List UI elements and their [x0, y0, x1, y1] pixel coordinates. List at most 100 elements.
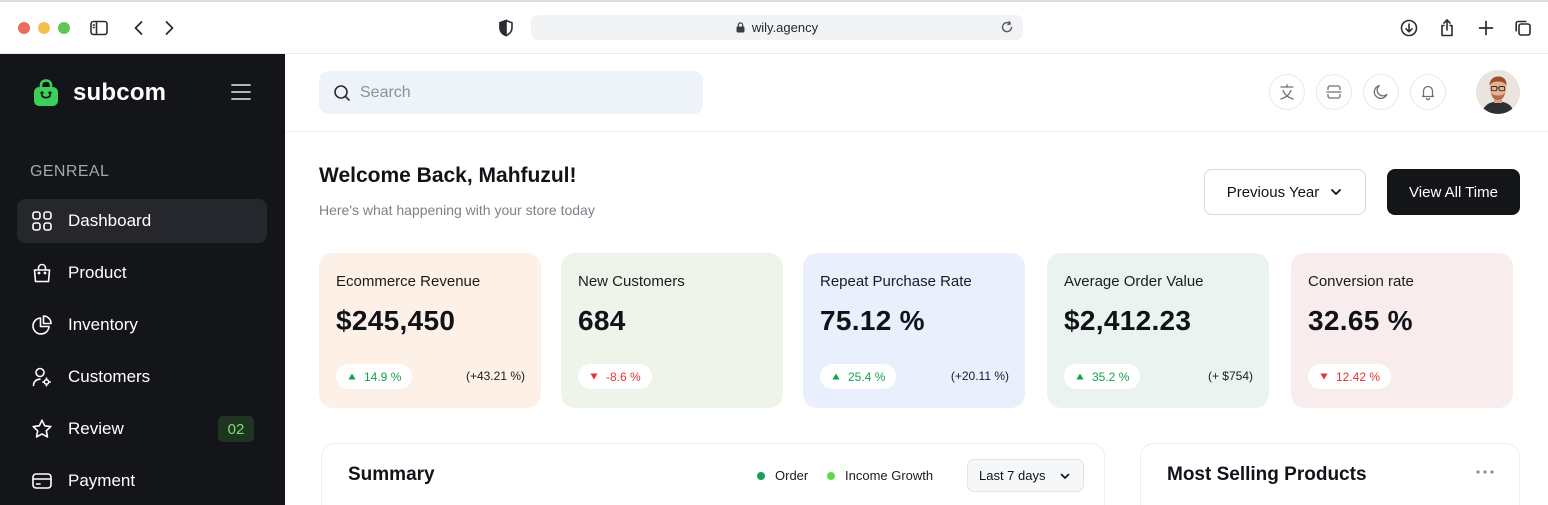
shopping-bag-logo-icon — [34, 79, 58, 106]
forward-icon[interactable] — [158, 17, 180, 39]
legend-label: Order — [775, 468, 809, 483]
stat-label: Average Order Value — [1064, 273, 1204, 290]
stat-change-value: 12.42 % — [1336, 369, 1381, 384]
sidebar-item-payment[interactable]: Payment — [17, 459, 267, 503]
sidebar-item-customers[interactable]: Customers — [17, 355, 267, 399]
summary-panel: Summary Order Income Growth Last 7 days — [321, 443, 1105, 505]
notifications-button[interactable] — [1410, 74, 1446, 110]
stat-label: Ecommerce Revenue — [336, 273, 481, 290]
sidebar-item-label: Product — [68, 263, 127, 282]
shopping-bag-icon — [31, 262, 53, 284]
sidebar-item-dashboard[interactable]: Dashboard — [17, 199, 267, 243]
stat-extra: (+43.21 %) — [465, 369, 525, 383]
stat-change-badge: -8.6 % — [578, 364, 652, 389]
topbar — [285, 54, 1548, 132]
window-edge — [0, 0, 1548, 2]
stat-change-badge: 35.2 % — [1064, 364, 1141, 389]
credit-card-icon — [31, 470, 53, 492]
stat-label: Conversion rate — [1308, 273, 1414, 290]
search-box[interactable] — [319, 71, 703, 114]
bell-icon — [1421, 85, 1435, 101]
stat-card-average-order-value: Average Order Value $2,412.23 35.2 % (+ … — [1047, 253, 1269, 408]
search-icon — [334, 84, 350, 101]
translate-icon — [1280, 84, 1294, 100]
most-selling-products-panel: Most Selling Products — [1140, 443, 1520, 505]
dashboard-grid-icon — [31, 210, 53, 232]
period-dropdown-label: Previous Year — [1226, 183, 1320, 201]
legend-label: Income Growth — [845, 468, 934, 483]
back-icon[interactable] — [128, 17, 150, 39]
stat-value: 32.65 % — [1308, 305, 1413, 336]
more-options-icon[interactable] — [1475, 468, 1495, 476]
moon-icon — [1373, 84, 1388, 100]
summary-title: Summary — [348, 464, 435, 485]
stat-change-value: -8.6 % — [606, 369, 641, 384]
trend-down-icon — [1320, 373, 1328, 380]
period-dropdown[interactable]: Previous Year — [1204, 169, 1366, 215]
close-window-button[interactable] — [18, 22, 30, 34]
dark-mode-button[interactable] — [1363, 74, 1399, 110]
lock-icon — [736, 22, 745, 33]
zoom-window-button[interactable] — [58, 22, 70, 34]
sidebar-item-label: Customers — [68, 367, 151, 386]
sidebar-item-label: Payment — [68, 471, 136, 490]
trend-up-icon — [348, 373, 356, 380]
stat-value: 75.12 % — [820, 305, 925, 336]
trend-up-icon — [1076, 373, 1084, 380]
stat-card-ecommerce-revenue: Ecommerce Revenue $245,450 14.9 % (+43.2… — [319, 253, 541, 408]
stat-change-badge: 25.4 % — [820, 364, 897, 389]
review-count-badge: 02 — [218, 416, 254, 442]
brand-name: subcom — [73, 79, 167, 106]
scan-button[interactable] — [1316, 74, 1352, 110]
legend-item-income-growth: Income Growth — [827, 468, 933, 483]
stat-card-conversion-rate: Conversion rate 32.65 % 12.42 % — [1291, 253, 1513, 408]
menu-icon[interactable] — [231, 83, 251, 101]
sidebar-item-inventory[interactable]: Inventory — [17, 303, 267, 347]
translate-button[interactable] — [1269, 74, 1305, 110]
summary-range-select[interactable]: Last 7 days — [967, 459, 1084, 492]
url-text: wily.agency — [531, 20, 1023, 35]
range-select-value: Last 7 days — [979, 468, 1046, 483]
trend-up-icon — [832, 373, 840, 380]
avatar[interactable] — [1476, 70, 1520, 114]
chevron-down-icon — [1331, 189, 1342, 195]
nav-section-title: GENREAL — [30, 163, 110, 180]
url-label: wily.agency — [751, 20, 819, 35]
stat-value: $2,412.23 — [1064, 305, 1192, 336]
sidebar-item-label: Dashboard — [68, 211, 152, 230]
download-icon[interactable] — [1398, 17, 1420, 39]
share-icon[interactable] — [1436, 17, 1458, 39]
star-icon — [31, 418, 53, 440]
brand[interactable]: subcom — [33, 79, 166, 107]
stat-change-badge: 14.9 % — [336, 364, 413, 389]
sidebar-item-label: Review — [68, 419, 124, 438]
sidebar-item-review[interactable]: Review 02 — [17, 407, 267, 451]
new-tab-icon[interactable] — [1475, 17, 1497, 39]
sidebar: subcom GENREAL Dashboard Product Invento… — [0, 54, 285, 505]
stat-change-value: 14.9 % — [364, 369, 402, 384]
stat-value: 684 — [578, 305, 626, 336]
scan-icon — [1326, 85, 1342, 99]
reload-icon[interactable] — [999, 19, 1015, 35]
stat-extra: (+20.11 %) — [950, 369, 1009, 383]
privacy-shield-icon[interactable] — [495, 17, 517, 39]
search-input[interactable] — [360, 83, 680, 102]
address-bar[interactable]: wily.agency — [531, 15, 1023, 40]
view-all-time-button[interactable]: View All Time — [1387, 169, 1520, 215]
chevron-down-icon — [1060, 473, 1070, 479]
sidebar-item-product[interactable]: Product — [17, 251, 267, 295]
trend-down-icon — [590, 373, 598, 380]
stat-change-value: 35.2 % — [1092, 369, 1130, 384]
user-group-icon — [31, 366, 53, 388]
legend-item-order: Order — [757, 468, 808, 483]
stat-label: Repeat Purchase Rate — [820, 273, 972, 290]
minimize-window-button[interactable] — [38, 22, 50, 34]
stat-change-badge: 12.42 % — [1308, 364, 1392, 389]
most-selling-title: Most Selling Products — [1167, 464, 1367, 485]
stat-value: $245,450 — [336, 305, 456, 336]
view-all-time-label: View All Time — [1409, 183, 1498, 201]
sidebar-item-label: Inventory — [68, 315, 138, 334]
sidebar-toggle-icon[interactable] — [88, 17, 110, 39]
tab-overview-icon[interactable] — [1512, 17, 1534, 39]
legend-dot-income-growth — [827, 471, 835, 480]
